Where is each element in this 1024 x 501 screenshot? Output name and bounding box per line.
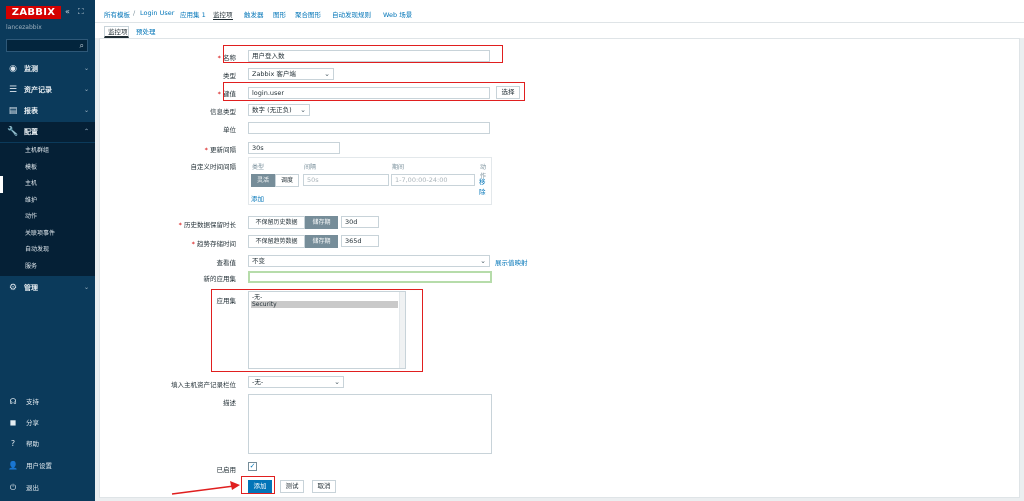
description-textarea[interactable] <box>248 394 492 454</box>
info-type-select[interactable]: 数字 (无正负) ⌄ <box>248 104 310 116</box>
item-form: * 名称 用户登入数 类型 Zabbix 客户端 ⌄ * 键值 login.use… <box>99 38 1020 498</box>
menu-label: 退出 <box>26 484 39 492</box>
collapse-icon[interactable]: « <box>65 7 70 16</box>
key-label: * 键值 <box>217 90 236 98</box>
history-label: * 历史数据保留时长 <box>178 221 236 229</box>
submenu-maintenance[interactable]: 维护 <box>0 193 95 210</box>
trends-storage-period[interactable]: 储存期 <box>305 235 338 248</box>
nav-web-scenarios[interactable]: Web 场景 <box>383 9 412 19</box>
seg-scheduling[interactable]: 调度 <box>275 174 299 187</box>
share-icon: ◼ <box>9 418 17 427</box>
nav-screens[interactable]: 聚合图形 <box>295 9 321 19</box>
trends-no-keep[interactable]: 不保留趋势数据 <box>248 235 305 248</box>
menu-label: 管理 <box>24 284 38 292</box>
nav-graphs[interactable]: 图形 <box>273 9 286 19</box>
submenu-hosts[interactable]: 主机 <box>0 176 95 193</box>
enabled-checkbox[interactable]: ✓ <box>248 462 257 471</box>
tab-item[interactable]: 监控项 <box>104 26 129 38</box>
chevron-down-icon: ⌄ <box>300 106 306 114</box>
menu-share[interactable]: ◼ 分享 <box>0 413 95 433</box>
info-type-label: 信息类型 <box>210 108 236 116</box>
add-interval-link[interactable]: 添加 <box>251 193 264 203</box>
server-name: lancezabbix <box>6 24 42 31</box>
annotation-applications-box <box>211 289 423 372</box>
nav-triggers[interactable]: 触发器 <box>244 9 264 19</box>
inventory-select[interactable]: -无- ⌄ <box>248 376 344 388</box>
seg-flexible[interactable]: 灵活 <box>251 174 275 187</box>
history-input[interactable]: 30d <box>341 216 379 228</box>
annotation-name-box <box>223 45 503 63</box>
description-label: 描述 <box>223 399 236 407</box>
value-map-label: 查看值 <box>216 259 237 267</box>
search-icon[interactable]: ⌕ <box>80 40 84 52</box>
tab-preprocessing[interactable]: 预处理 <box>136 26 156 36</box>
chevron-down-icon: ⌄ <box>334 378 340 386</box>
col-period: 期间 <box>392 164 405 171</box>
name-label: * 名称 <box>217 54 236 62</box>
col-interval: 间隔 <box>304 164 317 171</box>
kiosk-mode-icon[interactable]: ⛶ <box>78 7 84 17</box>
value-map-select[interactable]: 不变 ⌄ <box>248 255 490 267</box>
annotation-key-box <box>223 82 525 101</box>
breadcrumb-template[interactable]: Login User <box>140 9 174 17</box>
power-icon: ⏻ <box>9 483 17 492</box>
custom-intervals-table: 类型 间隔 期间 动作 灵活 调度 50s 1-7,00:00-24:00 移除… <box>248 157 492 205</box>
search-input[interactable]: ⌕ <box>6 39 88 52</box>
col-type: 类型 <box>252 164 265 171</box>
inventory-label: 填入主机资产记录栏位 <box>171 381 236 389</box>
main-content: 所有模板 / Login User 应用集 1 监控项 触发器 图形 聚合图形 … <box>95 0 1024 501</box>
help-icon: ? <box>10 439 16 448</box>
trends-label: * 趋势存储时间 <box>191 240 236 248</box>
breadcrumb: 所有模板 / Login User 应用集 1 监控项 触发器 图形 聚合图形 … <box>95 0 1024 23</box>
trends-input[interactable]: 365d <box>341 235 379 247</box>
form-tabs: 监控项 预处理 <box>95 23 1024 38</box>
new-application-label: 新的应用集 <box>203 275 237 283</box>
chevron-down-icon: ⌄ <box>480 257 486 265</box>
interval-label: * 更新间隔 <box>204 146 236 154</box>
breadcrumb-separator: / <box>133 9 136 17</box>
history-no-keep[interactable]: 不保留历史数据 <box>248 216 305 229</box>
custom-period-input[interactable]: 1-7,00:00-24:00 <box>391 174 475 186</box>
nav-discovery-rules[interactable]: 自动发现规则 <box>332 9 371 19</box>
interval-input[interactable]: 30s <box>248 142 340 154</box>
nav-items[interactable]: 监控项 <box>213 9 233 20</box>
applications-label: 应用集 <box>216 297 237 305</box>
menu-label: 分享 <box>26 419 39 427</box>
remove-link[interactable]: 移除 <box>479 176 491 196</box>
menu-label: 帮助 <box>26 440 39 448</box>
type-select[interactable]: Zabbix 客户端 ⌄ <box>248 68 334 80</box>
breadcrumb-all-templates[interactable]: 所有模板 <box>104 9 130 19</box>
annotation-add-box <box>241 476 275 494</box>
new-application-input[interactable] <box>248 271 492 283</box>
custom-intervals-label: 自定义时间间隔 <box>190 163 237 171</box>
show-value-mappings-link[interactable]: 展示值映射 <box>495 257 528 267</box>
nav-applications[interactable]: 应用集 1 <box>180 9 206 19</box>
units-input[interactable] <box>248 122 490 134</box>
enabled-label: 已启用 <box>216 466 237 474</box>
zabbix-logo[interactable]: ZABBIX <box>6 6 61 19</box>
test-button[interactable]: 测试 <box>280 480 304 493</box>
menu-help[interactable]: ? 帮助 <box>0 434 95 454</box>
chevron-down-icon: ⌄ <box>324 70 330 78</box>
annotation-arrow-icon <box>171 481 240 495</box>
type-label: 类型 <box>223 72 236 80</box>
units-label: 单位 <box>223 126 236 134</box>
menu-sign-out[interactable]: ⏻ 退出 <box>0 478 95 498</box>
history-storage-period[interactable]: 储存期 <box>305 216 338 229</box>
custom-interval-input[interactable]: 50s <box>303 174 389 186</box>
cancel-button[interactable]: 取消 <box>312 480 336 493</box>
